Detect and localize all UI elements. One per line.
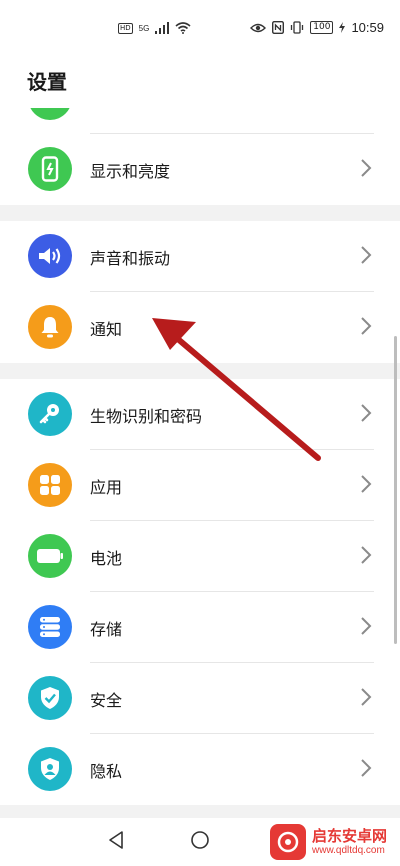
scrollbar[interactable] — [394, 336, 397, 644]
speaker-icon — [28, 234, 72, 278]
settings-item-battery[interactable]: 电池 — [0, 521, 400, 592]
chevron-right-icon — [361, 246, 372, 264]
battery-level: 100 — [310, 21, 334, 34]
shield-check-icon — [28, 676, 72, 720]
hd-badge: HD — [118, 22, 133, 34]
vibrate-icon — [291, 21, 304, 34]
eye-icon — [250, 23, 267, 32]
settings-list: 显示和亮度 声音和振动 通知 生物识别和密码 应用 电池 存储 安全 隐私 — [0, 108, 400, 866]
chevron-right-icon — [361, 404, 372, 422]
watermark-text: 启东安卓网 www.qdltdq.com — [312, 827, 387, 857]
back-icon[interactable] — [104, 828, 128, 852]
charging-icon — [339, 22, 346, 33]
watermark-url: www.qdltdq.com — [312, 845, 385, 856]
chevron-right-icon — [361, 759, 372, 777]
chevron-right-icon — [361, 159, 372, 177]
display-brightness-icon — [28, 147, 72, 191]
header: 设置 — [0, 52, 400, 108]
settings-item-security[interactable]: 安全 — [0, 663, 400, 734]
settings-item-label: 应用 — [90, 478, 123, 497]
watermark: 启东安卓网 www.qdltdq.com — [270, 824, 387, 860]
battery-icon — [28, 534, 72, 578]
settings-item-apps[interactable]: 应用 — [0, 450, 400, 521]
status-right: 100 10:59 — [250, 20, 384, 35]
apps-grid-icon — [28, 463, 72, 507]
settings-item-label: 通知 — [90, 320, 123, 339]
home-icon[interactable] — [188, 828, 212, 852]
settings-group-display: 显示和亮度 — [0, 108, 400, 205]
settings-item-label: 存储 — [90, 620, 123, 639]
settings-item-label: 电池 — [90, 549, 123, 568]
partial-item-icon — [28, 108, 72, 120]
privacy-icon — [28, 747, 72, 791]
network-type: 5G — [138, 23, 150, 33]
bell-icon — [28, 305, 72, 349]
chevron-right-icon — [361, 688, 372, 706]
chevron-right-icon — [361, 475, 372, 493]
settings-group-system: 生物识别和密码 应用 电池 存储 安全 隐私 — [0, 379, 400, 805]
settings-item-label: 声音和振动 — [90, 249, 171, 268]
partially-visible-item[interactable] — [0, 108, 400, 134]
settings-item-label: 安全 — [90, 691, 123, 710]
watermark-logo-icon — [270, 824, 306, 860]
nfc-icon — [272, 21, 285, 34]
settings-item-label: 隐私 — [90, 762, 123, 781]
storage-icon — [28, 605, 72, 649]
signal-icon — [155, 22, 170, 34]
watermark-title: 启东安卓网 — [312, 827, 388, 845]
settings-item-biometrics[interactable]: 生物识别和密码 — [0, 379, 400, 450]
settings-item-label: 显示和亮度 — [90, 162, 171, 181]
chevron-right-icon — [361, 617, 372, 635]
settings-item-display[interactable]: 显示和亮度 — [0, 134, 400, 205]
settings-item-label: 生物识别和密码 — [90, 407, 203, 426]
page-title: 设置 — [27, 70, 67, 94]
settings-group-sound: 声音和振动 通知 — [0, 221, 400, 363]
key-icon — [28, 392, 72, 436]
status-left: HD 5G — [118, 22, 191, 34]
clock: 10:59 — [351, 20, 384, 35]
settings-item-notifications[interactable]: 通知 — [0, 292, 400, 363]
settings-item-storage[interactable]: 存储 — [0, 592, 400, 663]
wifi-icon — [175, 22, 191, 34]
settings-item-privacy[interactable]: 隐私 — [0, 734, 400, 805]
chevron-right-icon — [361, 546, 372, 564]
chevron-right-icon — [361, 317, 372, 335]
settings-item-sound[interactable]: 声音和振动 — [0, 221, 400, 292]
status-bar: HD 5G 100 10:59 — [0, 0, 400, 52]
